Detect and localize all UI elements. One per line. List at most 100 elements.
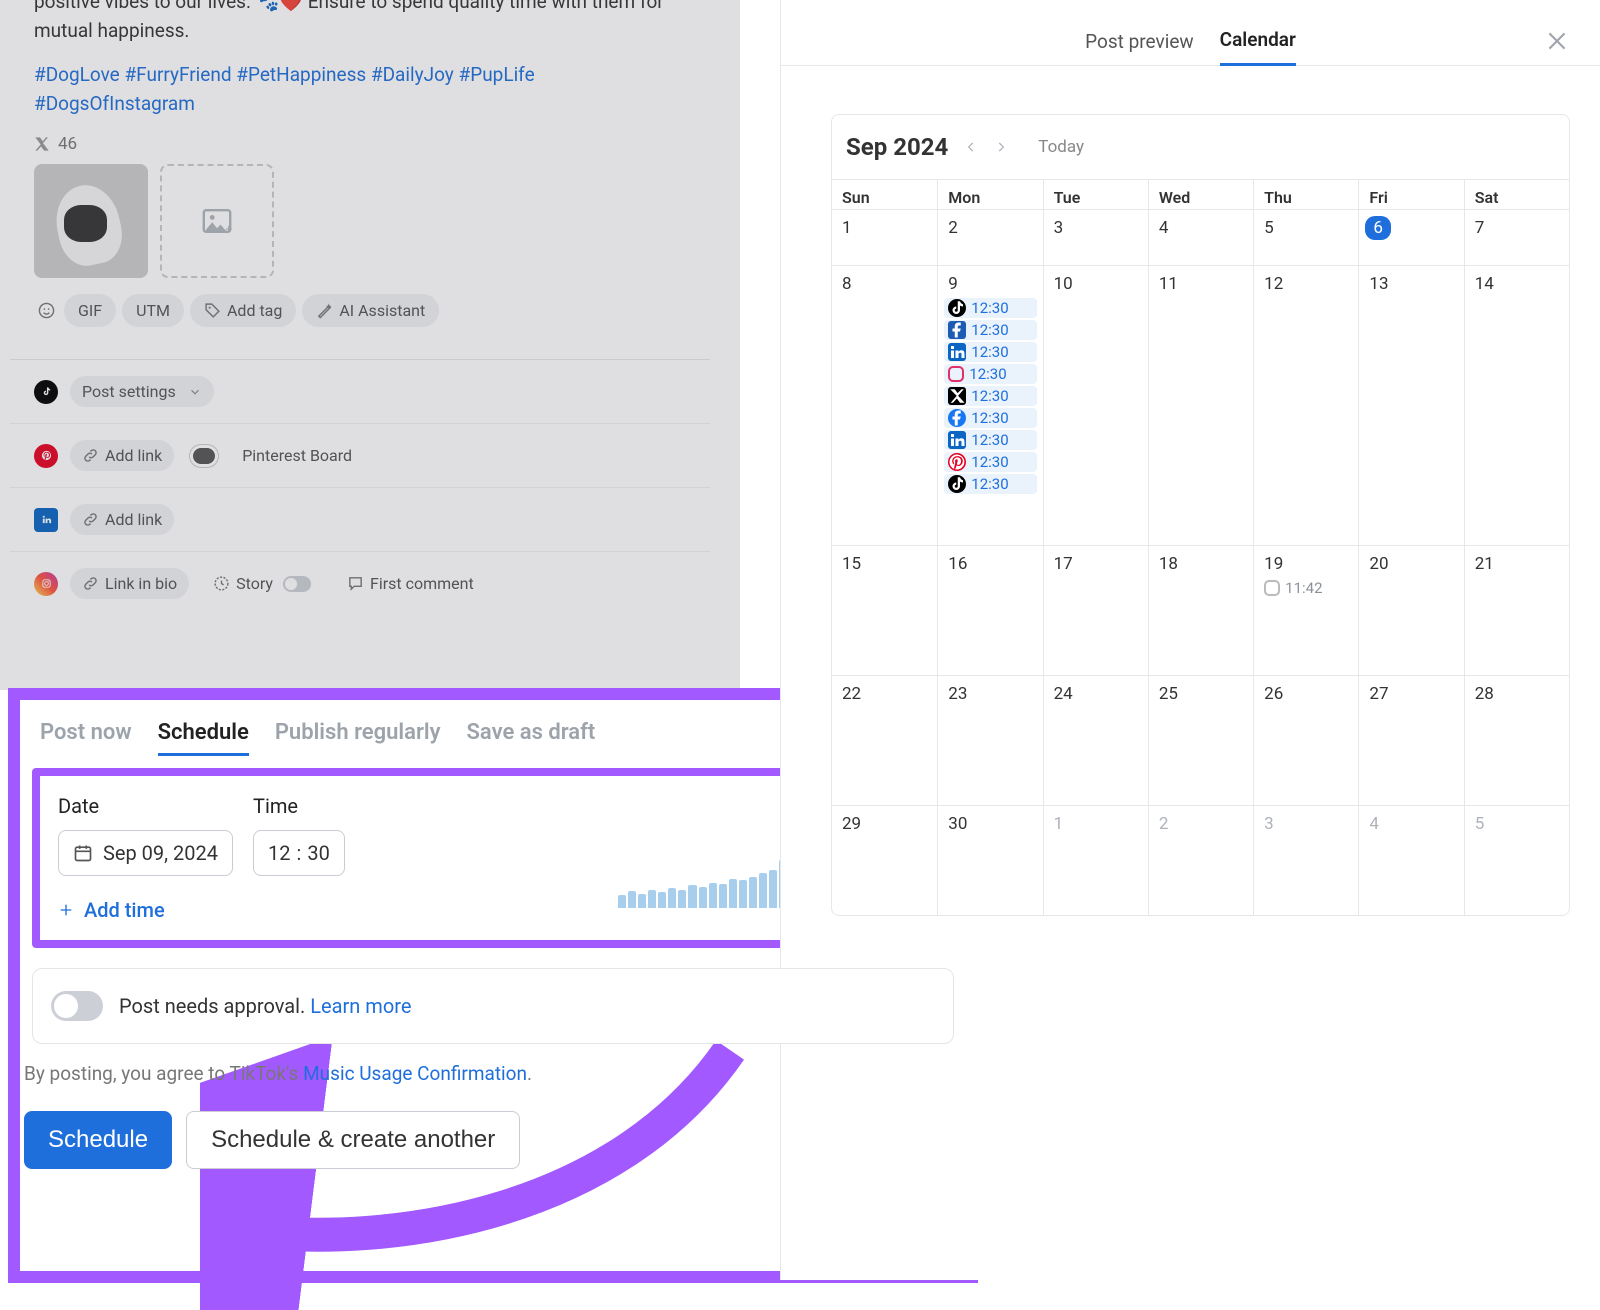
next-month-button[interactable] bbox=[994, 140, 1008, 154]
day-number: 19 bbox=[1260, 552, 1287, 576]
calendar-day[interactable]: 16 bbox=[937, 545, 1042, 675]
scheduled-post[interactable]: 12:30 bbox=[944, 364, 1036, 384]
post-settings-button[interactable]: Post settings bbox=[70, 376, 214, 407]
fb-alt-icon bbox=[948, 321, 966, 339]
day-number: 4 bbox=[1365, 812, 1383, 836]
add-link-button[interactable]: Add link bbox=[70, 440, 174, 471]
day-number: 30 bbox=[944, 812, 971, 836]
calendar-day[interactable]: 1911:42 bbox=[1253, 545, 1358, 675]
tab-calendar[interactable]: Calendar bbox=[1220, 28, 1296, 66]
time-input[interactable]: 12 : 30 bbox=[253, 830, 345, 876]
scheduled-post[interactable]: 12:30 bbox=[944, 342, 1036, 362]
close-button[interactable] bbox=[1544, 28, 1570, 54]
calendar-day[interactable]: 6 bbox=[1358, 209, 1463, 265]
calendar-day[interactable]: 14 bbox=[1464, 265, 1569, 545]
calendar-day[interactable]: 13 bbox=[1358, 265, 1463, 545]
day-number: 22 bbox=[838, 682, 865, 706]
calendar-day[interactable]: 10 bbox=[1043, 265, 1148, 545]
calendar-day[interactable]: 18 bbox=[1148, 545, 1253, 675]
calendar-day[interactable]: 22 bbox=[832, 675, 937, 805]
post-text[interactable]: positive vibes to our lives. 🐾❤️ Ensure … bbox=[34, 0, 686, 45]
calendar-day[interactable]: 17 bbox=[1043, 545, 1148, 675]
add-tag-button[interactable]: Add tag bbox=[190, 294, 296, 327]
pinterest-board-button[interactable]: Pinterest Board bbox=[230, 440, 364, 471]
image-thumb[interactable] bbox=[34, 164, 148, 278]
approval-toggle[interactable] bbox=[51, 991, 103, 1021]
calendar-day[interactable]: 25 bbox=[1148, 675, 1253, 805]
calendar-day[interactable]: 5 bbox=[1464, 805, 1569, 915]
svg-text:+: + bbox=[225, 222, 232, 233]
x-icon bbox=[34, 136, 50, 152]
calendar-day[interactable]: 15 bbox=[832, 545, 937, 675]
dow-header: Sat bbox=[1464, 179, 1569, 209]
scheduled-post[interactable]: 12:30 bbox=[944, 408, 1036, 428]
calendar-day[interactable]: 26 bbox=[1253, 675, 1358, 805]
date-input[interactable]: Sep 09, 2024 bbox=[58, 830, 233, 876]
day-number: 5 bbox=[1471, 812, 1489, 836]
day-number: 26 bbox=[1260, 682, 1287, 706]
link-icon bbox=[82, 447, 99, 464]
emoji-button[interactable] bbox=[34, 299, 58, 323]
tab-post-now[interactable]: Post now bbox=[40, 720, 132, 756]
scheduled-post[interactable]: 12:30 bbox=[944, 474, 1036, 494]
story-toggle[interactable]: Story bbox=[201, 568, 323, 599]
utm-button[interactable]: UTM bbox=[122, 294, 184, 327]
calendar-day[interactable]: 7 bbox=[1464, 209, 1569, 265]
tab-schedule[interactable]: Schedule bbox=[158, 720, 249, 756]
calendar-day[interactable]: 3 bbox=[1253, 805, 1358, 915]
clock-icon bbox=[213, 575, 230, 592]
calendar-day[interactable]: 3 bbox=[1043, 209, 1148, 265]
calendar-day[interactable]: 4 bbox=[1148, 209, 1253, 265]
add-image-button[interactable]: + bbox=[160, 164, 274, 278]
day-number: 14 bbox=[1471, 272, 1498, 296]
dow-header: Sun bbox=[832, 179, 937, 209]
scheduled-post[interactable]: 12:30 bbox=[944, 430, 1036, 450]
add-time-button[interactable]: Add time bbox=[58, 898, 165, 922]
tab-save-draft[interactable]: Save as draft bbox=[467, 720, 596, 756]
calendar-day[interactable]: 2 bbox=[1148, 805, 1253, 915]
calendar-day[interactable]: 24 bbox=[1043, 675, 1148, 805]
schedule-create-another-button[interactable]: Schedule & create another bbox=[186, 1111, 520, 1169]
calendar-day[interactable]: 2 bbox=[937, 209, 1042, 265]
smile-icon bbox=[38, 302, 55, 319]
ai-assistant-button[interactable]: AI Assistant bbox=[302, 294, 439, 327]
calendar-day[interactable]: 23 bbox=[937, 675, 1042, 805]
music-usage-link[interactable]: Music Usage Confirmation bbox=[303, 1062, 527, 1085]
calendar-day[interactable]: 21 bbox=[1464, 545, 1569, 675]
calendar-day[interactable]: 29 bbox=[832, 805, 937, 915]
calendar-day[interactable]: 4 bbox=[1358, 805, 1463, 915]
hashtags[interactable]: #DogLove #FurryFriend #PetHappiness #Dai… bbox=[34, 61, 686, 118]
scheduled-post[interactable]: 12:30 bbox=[944, 298, 1036, 318]
learn-more-link[interactable]: Learn more bbox=[310, 994, 411, 1018]
scheduled-post[interactable]: 11:42 bbox=[1260, 578, 1352, 598]
calendar-day[interactable]: 1 bbox=[1043, 805, 1148, 915]
today-link[interactable]: Today bbox=[1038, 137, 1084, 157]
calendar-day[interactable]: 20 bbox=[1358, 545, 1463, 675]
scheduled-post[interactable]: 12:30 bbox=[944, 320, 1036, 340]
calendar-day[interactable]: 30 bbox=[937, 805, 1042, 915]
day-number: 8 bbox=[838, 272, 856, 296]
first-comment-button[interactable]: First comment bbox=[335, 568, 486, 599]
calendar-day[interactable]: 11 bbox=[1148, 265, 1253, 545]
calendar-day[interactable]: 12 bbox=[1253, 265, 1358, 545]
day-number: 13 bbox=[1365, 272, 1392, 296]
add-link-button[interactable]: Add link bbox=[70, 504, 174, 535]
gif-button[interactable]: GIF bbox=[64, 294, 116, 327]
link-in-bio-button[interactable]: Link in bio bbox=[70, 568, 189, 599]
tab-publish-regularly[interactable]: Publish regularly bbox=[275, 720, 441, 756]
day-number: 3 bbox=[1050, 216, 1068, 240]
scheduled-post[interactable]: 12:30 bbox=[944, 452, 1036, 472]
calendar-day[interactable]: 28 bbox=[1464, 675, 1569, 805]
calendar-icon bbox=[73, 843, 93, 863]
calendar-day[interactable]: 5 bbox=[1253, 209, 1358, 265]
day-number: 5 bbox=[1260, 216, 1278, 240]
calendar-day[interactable]: 8 bbox=[832, 265, 937, 545]
scheduled-post[interactable]: 12:30 bbox=[944, 386, 1036, 406]
prev-month-button[interactable] bbox=[964, 140, 978, 154]
calendar-day[interactable]: 912:3012:3012:3012:3012:3012:3012:3012:3… bbox=[937, 265, 1042, 545]
calendar-day[interactable]: 27 bbox=[1358, 675, 1463, 805]
schedule-button[interactable]: Schedule bbox=[24, 1111, 172, 1169]
tab-post-preview[interactable]: Post preview bbox=[1085, 30, 1194, 65]
day-number: 10 bbox=[1050, 272, 1077, 296]
calendar-day[interactable]: 1 bbox=[832, 209, 937, 265]
